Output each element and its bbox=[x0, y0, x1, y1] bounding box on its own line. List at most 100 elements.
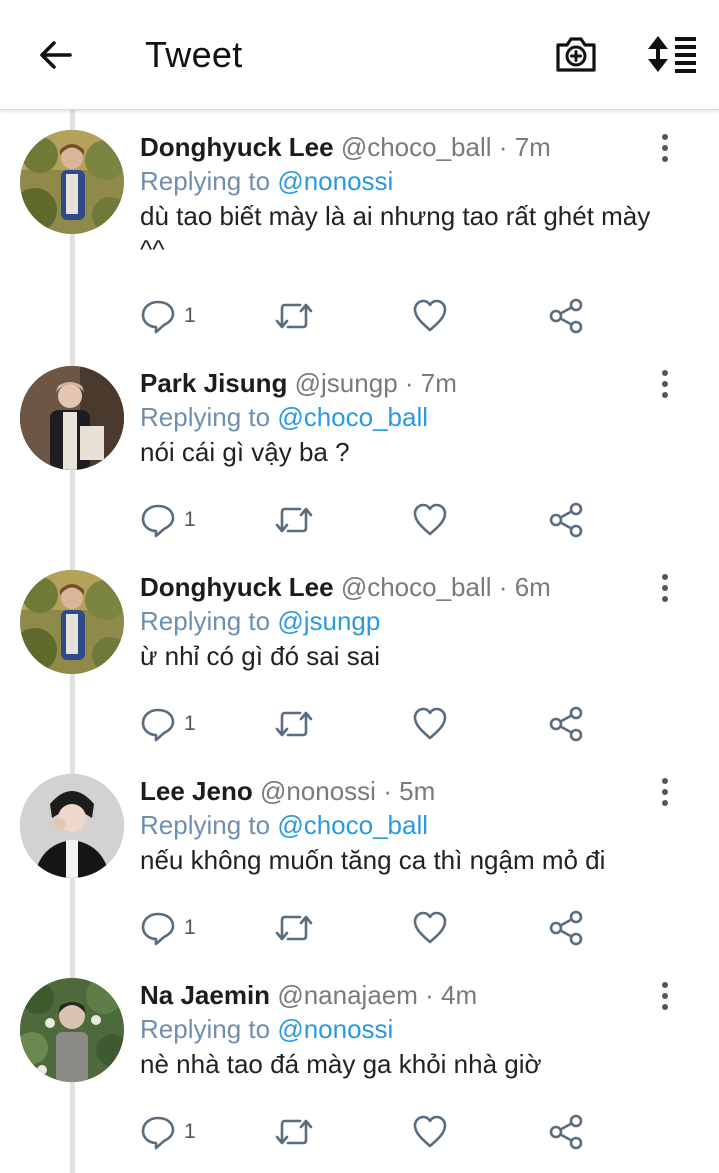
share-button[interactable] bbox=[548, 296, 584, 336]
mention-link[interactable]: @jsungp bbox=[277, 606, 380, 636]
share-button[interactable] bbox=[548, 1112, 584, 1152]
arrow-left-icon bbox=[40, 41, 72, 69]
tweet-item[interactable]: Lee Jeno @nonossi · 5m Replying to @choc… bbox=[0, 754, 719, 958]
avatar[interactable] bbox=[20, 774, 124, 878]
like-button[interactable] bbox=[412, 1112, 448, 1152]
back-button[interactable] bbox=[34, 33, 78, 77]
display-name[interactable]: Donghyuck Lee bbox=[140, 572, 334, 602]
display-name[interactable]: Park Jisung bbox=[140, 368, 287, 398]
handle: @choco_ball bbox=[340, 572, 492, 602]
retweet-button[interactable] bbox=[274, 908, 314, 948]
replying-to-label: Replying to bbox=[140, 810, 271, 840]
reply-button[interactable]: 1 bbox=[140, 908, 196, 948]
reply-icon bbox=[141, 708, 175, 742]
replying-to-label: Replying to bbox=[140, 166, 271, 196]
timestamp: 7m bbox=[420, 368, 457, 398]
retweet-button[interactable] bbox=[274, 296, 314, 336]
mention-link[interactable]: @choco_ball bbox=[277, 402, 428, 432]
replying-to: Replying to @jsungp bbox=[140, 606, 380, 637]
replying-to: Replying to @nonossi bbox=[140, 166, 393, 197]
display-name[interactable]: Na Jaemin bbox=[140, 980, 270, 1010]
share-icon bbox=[549, 1114, 583, 1150]
retweet-button[interactable] bbox=[274, 704, 314, 744]
replying-to: Replying to @nonossi bbox=[140, 1014, 393, 1045]
share-icon bbox=[549, 706, 583, 742]
app-header: Tweet bbox=[0, 0, 719, 110]
avatar[interactable] bbox=[20, 130, 124, 234]
more-options-button[interactable] bbox=[650, 772, 680, 812]
mention-link[interactable]: @choco_ball bbox=[277, 810, 428, 840]
tweet-header: Na Jaemin @nanajaem · 4m bbox=[140, 980, 477, 1011]
tweet-header: Park Jisung @jsungp · 7m bbox=[140, 368, 457, 399]
reply-button[interactable]: 1 bbox=[140, 296, 196, 336]
heart-icon bbox=[413, 911, 447, 944]
like-button[interactable] bbox=[412, 704, 448, 744]
camera-button[interactable] bbox=[552, 30, 600, 78]
timestamp: 6m bbox=[514, 572, 551, 602]
tweet-text: nếu không muốn tăng ca thì ngậm mỏ đi bbox=[140, 845, 606, 875]
separator-dot: · bbox=[404, 368, 414, 398]
reply-count: 1 bbox=[184, 916, 196, 939]
share-icon bbox=[549, 910, 583, 946]
separator-dot: · bbox=[498, 572, 508, 602]
reply-icon bbox=[141, 504, 175, 538]
separator-dot: · bbox=[498, 132, 508, 162]
tweet-actions: 1 bbox=[140, 296, 600, 336]
tweet-actions: 1 bbox=[140, 1112, 600, 1152]
reply-icon bbox=[141, 300, 175, 334]
camera-plus-icon bbox=[556, 37, 596, 72]
share-icon bbox=[549, 502, 583, 538]
reply-button[interactable]: 1 bbox=[140, 704, 196, 744]
heart-icon bbox=[413, 299, 447, 332]
more-options-button[interactable] bbox=[650, 568, 680, 608]
tweet-actions: 1 bbox=[140, 704, 600, 744]
reply-button[interactable]: 1 bbox=[140, 500, 196, 540]
tweet-actions: 1 bbox=[140, 500, 600, 540]
replying-to: Replying to @choco_ball bbox=[140, 402, 428, 433]
timestamp: 4m bbox=[441, 980, 478, 1010]
timestamp: 7m bbox=[514, 132, 551, 162]
display-name[interactable]: Donghyuck Lee bbox=[140, 132, 334, 162]
tweet-text: ừ nhỉ có gì đó sai sai bbox=[140, 641, 380, 671]
sort-button[interactable] bbox=[644, 30, 700, 78]
more-options-button[interactable] bbox=[650, 976, 680, 1016]
avatar[interactable] bbox=[20, 570, 124, 674]
replying-to: Replying to @choco_ball bbox=[140, 810, 428, 841]
reply-count: 1 bbox=[184, 712, 196, 735]
avatar[interactable] bbox=[20, 366, 124, 470]
tweet-text: dù tao biết mày là ai nhưng tao rất ghét… bbox=[140, 201, 651, 264]
retweet-icon bbox=[275, 915, 313, 941]
tweet-item[interactable]: Na Jaemin @nanajaem · 4m Replying to @no… bbox=[0, 958, 719, 1162]
retweet-button[interactable] bbox=[274, 500, 314, 540]
page-title: Tweet bbox=[145, 34, 243, 75]
more-options-button[interactable] bbox=[650, 128, 680, 168]
like-button[interactable] bbox=[412, 500, 448, 540]
retweet-button[interactable] bbox=[274, 1112, 314, 1152]
timestamp: 5m bbox=[399, 776, 436, 806]
retweet-icon bbox=[275, 507, 313, 533]
share-button[interactable] bbox=[548, 500, 584, 540]
replying-to-label: Replying to bbox=[140, 402, 271, 432]
like-button[interactable] bbox=[412, 908, 448, 948]
handle: @choco_ball bbox=[340, 132, 492, 162]
handle: @jsungp bbox=[294, 368, 398, 398]
sort-list-icon bbox=[648, 36, 696, 73]
tweet-header: Donghyuck Lee @choco_ball · 7m bbox=[140, 132, 551, 163]
reply-count: 1 bbox=[184, 508, 196, 531]
reply-count: 1 bbox=[184, 304, 196, 327]
like-button[interactable] bbox=[412, 296, 448, 336]
replying-to-label: Replying to bbox=[140, 606, 271, 636]
reply-button[interactable]: 1 bbox=[140, 1112, 196, 1152]
avatar[interactable] bbox=[20, 978, 124, 1082]
share-button[interactable] bbox=[548, 704, 584, 744]
more-options-button[interactable] bbox=[650, 364, 680, 404]
share-button[interactable] bbox=[548, 908, 584, 948]
tweet-item[interactable]: Park Jisung @jsungp · 7m Replying to @ch… bbox=[0, 346, 719, 550]
retweet-icon bbox=[275, 1119, 313, 1145]
display-name[interactable]: Lee Jeno bbox=[140, 776, 253, 806]
handle: @nonossi bbox=[259, 776, 376, 806]
tweet-item[interactable]: Donghyuck Lee @choco_ball · 7m Replying … bbox=[0, 110, 719, 334]
tweet-item[interactable]: Donghyuck Lee @choco_ball · 6m Replying … bbox=[0, 550, 719, 754]
mention-link[interactable]: @nonossi bbox=[277, 166, 393, 196]
mention-link[interactable]: @nonossi bbox=[277, 1014, 393, 1044]
